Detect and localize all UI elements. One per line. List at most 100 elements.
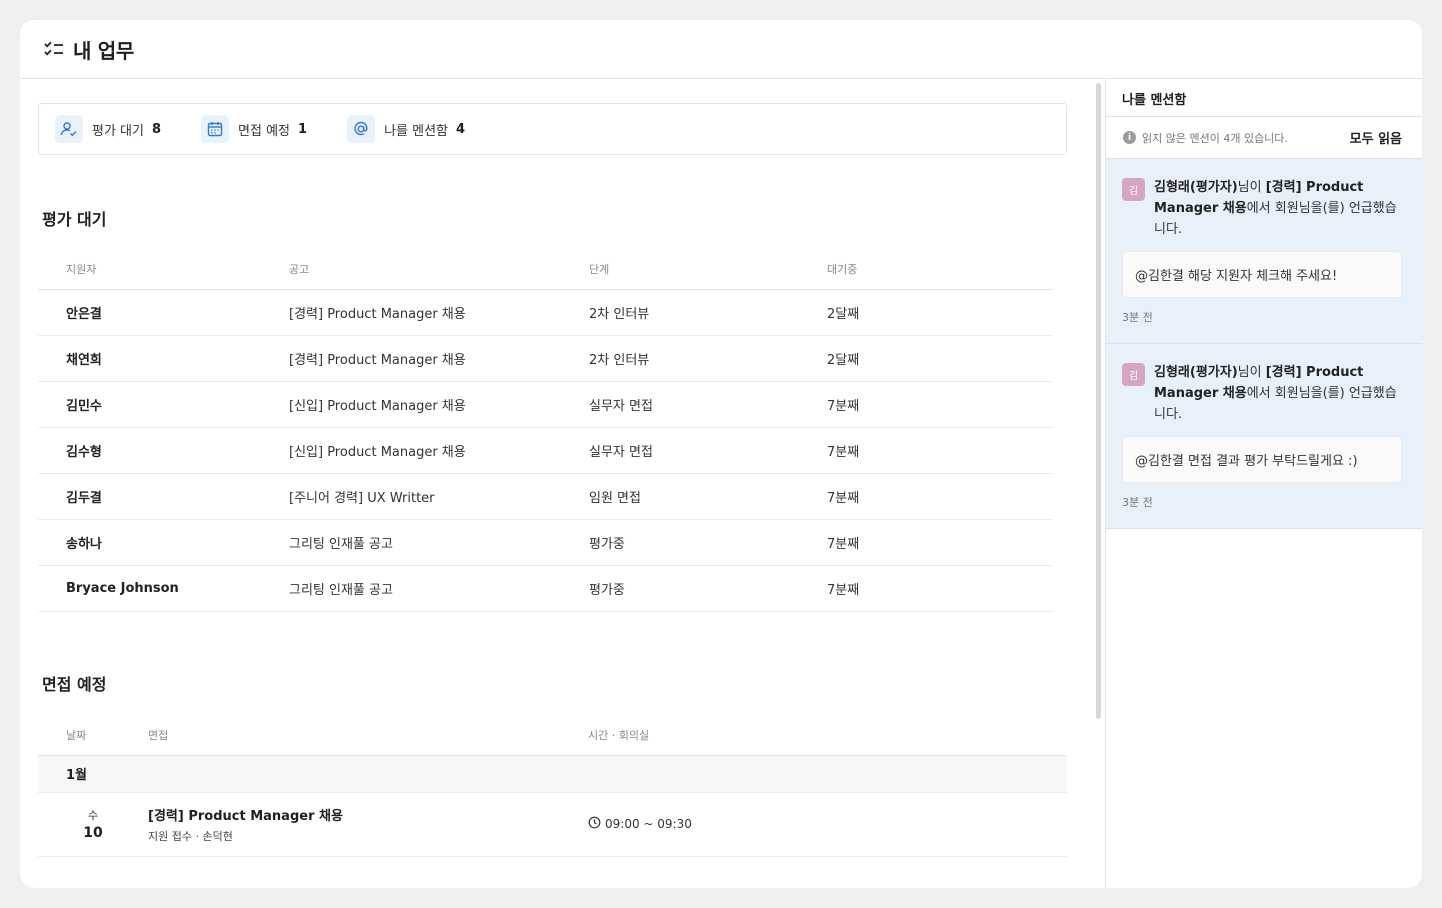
summary-count: 4 bbox=[456, 121, 466, 137]
waiting-cell: 7분째 bbox=[827, 381, 1053, 428]
page-header: 내 업무 bbox=[20, 20, 1422, 79]
mention-text-part: 님이 bbox=[1237, 365, 1266, 380]
stage-cell: 2차 인터뷰 bbox=[589, 335, 827, 382]
info-icon: i bbox=[1123, 131, 1136, 144]
table-row[interactable]: 송하나 그리팅 인재풀 공고 평가중 7분째 bbox=[38, 519, 1053, 566]
applicant-name: 김수형 bbox=[38, 427, 289, 474]
main-content: 평가 대기 8 면접 예정 1 나를 멘션함 4 평가 대기 지원자 공고 단계… bbox=[20, 79, 1105, 888]
summary-interviews[interactable]: 면접 예정 1 bbox=[201, 115, 307, 143]
applicant-name: Bryace Johnson bbox=[38, 565, 289, 612]
waiting-cell: 2달째 bbox=[827, 335, 1053, 382]
stage-cell: 평가중 bbox=[589, 519, 827, 566]
summary-bar: 평가 대기 8 면접 예정 1 나를 멘션함 4 bbox=[38, 103, 1067, 155]
applicant-name: 김민수 bbox=[38, 381, 289, 428]
read-all-button[interactable]: 모두 읽음 bbox=[1350, 128, 1402, 147]
posting-cell: [주니어 경력] UX Writter bbox=[289, 473, 589, 520]
interview-info: [경력] Product Manager 채용 지원 접수 · 손덕현 bbox=[148, 792, 588, 857]
mention-item[interactable]: 김 김형래(평가자)님이 [경력] Product Manager 채용에서 회… bbox=[1106, 343, 1422, 529]
interviews-section-title: 면접 예정 bbox=[42, 675, 107, 694]
at-sign-icon bbox=[347, 115, 376, 143]
column-header: 시간 · 회의실 bbox=[588, 715, 1067, 756]
day-of-week: 수 bbox=[87, 809, 99, 822]
applicant-name: 김두결 bbox=[38, 473, 289, 520]
mention-time: 3분 전 bbox=[1122, 496, 1153, 509]
mentions-info-bar: i 읽지 않은 멘션이 4개 있습니다. 모두 읽음 bbox=[1106, 117, 1422, 158]
mention-text-part: 님이 bbox=[1237, 180, 1266, 195]
month-label: 1월 bbox=[38, 755, 1067, 793]
mentions-panel-title: 나를 멘션함 bbox=[1106, 79, 1422, 117]
summary-mentions[interactable]: 나를 멘션함 4 bbox=[347, 115, 465, 143]
posting-cell: 그리팅 인재풀 공고 bbox=[289, 565, 589, 612]
calendar-icon bbox=[201, 115, 230, 143]
posting-cell: [신입] Product Manager 채용 bbox=[289, 381, 589, 428]
page-title: 내 업무 bbox=[73, 38, 134, 63]
table-row[interactable]: 김민수 [신입] Product Manager 채용 실무자 면접 7분째 bbox=[38, 381, 1053, 428]
summary-evaluation[interactable]: 평가 대기 8 bbox=[55, 115, 161, 143]
clock-icon bbox=[588, 816, 601, 832]
mention-message: @김한결 해당 지원자 체크해 주세요! bbox=[1122, 251, 1402, 298]
column-header: 면접 bbox=[148, 715, 588, 756]
column-header: 대기중 bbox=[827, 249, 1053, 290]
applicant-name: 송하나 bbox=[38, 519, 289, 566]
stage-cell: 실무자 면접 bbox=[589, 381, 827, 428]
column-header: 지원자 bbox=[38, 249, 289, 290]
mention-author: 김형래(평가자) bbox=[1154, 180, 1238, 195]
table-row[interactable]: 채연희 [경력] Product Manager 채용 2차 인터뷰 2달째 bbox=[38, 335, 1053, 382]
table-row[interactable]: 김두결 [주니어 경력] UX Writter 임원 면접 7분째 bbox=[38, 473, 1053, 520]
table-row[interactable]: 안은결 [경력] Product Manager 채용 2차 인터뷰 2달째 bbox=[38, 289, 1053, 336]
waiting-cell: 2달째 bbox=[827, 289, 1053, 336]
waiting-cell: 7분째 bbox=[827, 519, 1053, 566]
my-tasks-card: 내 업무 평가 대기 8 면접 예정 1 나를 멘션함 4 평가 대기 지원자 … bbox=[20, 20, 1422, 888]
user-check-icon bbox=[55, 115, 83, 143]
stage-cell: 실무자 면접 bbox=[589, 427, 827, 474]
column-header: 공고 bbox=[289, 249, 589, 290]
posting-cell: [경력] Product Manager 채용 bbox=[289, 335, 589, 382]
unread-notice-text: 읽지 않은 멘션이 4개 있습니다. bbox=[1142, 131, 1288, 145]
mention-text: 김형래(평가자)님이 [경력] Product Manager 채용에서 회원님… bbox=[1154, 362, 1402, 425]
interview-time-cell: 09:00 ~ 09:30 bbox=[588, 792, 1067, 857]
interview-date: 수 10 bbox=[38, 792, 148, 857]
mention-time: 3분 전 bbox=[1122, 311, 1153, 324]
table-row[interactable]: 김수형 [신입] Product Manager 채용 실무자 면접 7분째 bbox=[38, 427, 1053, 474]
main-scrollbar[interactable] bbox=[1096, 83, 1101, 719]
waiting-cell: 7분째 bbox=[827, 565, 1053, 612]
posting-cell: [신입] Product Manager 채용 bbox=[289, 427, 589, 474]
interview-title: [경력] Product Manager 채용 bbox=[148, 808, 343, 824]
stage-cell: 평가중 bbox=[589, 565, 827, 612]
summary-count: 1 bbox=[298, 121, 308, 137]
summary-label: 면접 예정 bbox=[238, 123, 291, 139]
summary-count: 8 bbox=[151, 121, 162, 137]
mention-text: 김형래(평가자)님이 [경력] Product Manager 채용에서 회원님… bbox=[1154, 177, 1402, 240]
interview-time: 09:00 ~ 09:30 bbox=[605, 817, 692, 831]
posting-cell: [경력] Product Manager 채용 bbox=[289, 289, 589, 336]
day-number: 10 bbox=[83, 825, 103, 841]
checklist-icon bbox=[43, 38, 65, 60]
interview-subtitle: 지원 접수 · 손덕현 bbox=[148, 829, 233, 843]
stage-cell: 2차 인터뷰 bbox=[589, 289, 827, 336]
interview-row[interactable]: 수 10 [경력] Product Manager 채용 지원 접수 · 손덕현… bbox=[38, 792, 1067, 857]
posting-cell: 그리팅 인재풀 공고 bbox=[289, 519, 589, 566]
avatar: 김 bbox=[1122, 178, 1145, 201]
mention-message: @김한결 면접 결과 평가 부탁드릴게요 :) bbox=[1122, 436, 1402, 483]
applicant-name: 안은결 bbox=[38, 289, 289, 336]
summary-label: 평가 대기 bbox=[92, 123, 144, 139]
mention-item[interactable]: 김 김형래(평가자)님이 [경력] Product Manager 채용에서 회… bbox=[1106, 158, 1422, 343]
mention-author: 김형래(평가자) bbox=[1154, 365, 1238, 380]
stage-cell: 임원 면접 bbox=[589, 473, 827, 520]
unread-notice: i 읽지 않은 멘션이 4개 있습니다. bbox=[1123, 130, 1288, 146]
table-header-row: 지원자 공고 단계 대기중 bbox=[38, 249, 1053, 290]
interviews-table: 날짜 면접 시간 · 회의실 1월 수 10 [경력] Product Mana… bbox=[38, 715, 1067, 857]
month-group-row: 1월 bbox=[38, 755, 1067, 793]
avatar: 김 bbox=[1122, 363, 1145, 386]
evaluation-section-title: 평가 대기 bbox=[42, 210, 107, 229]
summary-label: 나를 멘션함 bbox=[384, 123, 448, 139]
mentions-panel: 나를 멘션함 i 읽지 않은 멘션이 4개 있습니다. 모두 읽음 김 김형래(… bbox=[1106, 79, 1422, 888]
waiting-cell: 7분째 bbox=[827, 427, 1053, 474]
column-header: 단계 bbox=[589, 249, 827, 290]
waiting-cell: 7분째 bbox=[827, 473, 1053, 520]
applicant-name: 채연희 bbox=[38, 335, 289, 382]
evaluation-table: 지원자 공고 단계 대기중 안은결 [경력] Product Manager 채… bbox=[38, 249, 1053, 612]
table-row[interactable]: Bryace Johnson 그리팅 인재풀 공고 평가중 7분째 bbox=[38, 565, 1053, 612]
column-header: 날짜 bbox=[38, 715, 148, 756]
table-header-row: 날짜 면접 시간 · 회의실 bbox=[38, 715, 1067, 756]
